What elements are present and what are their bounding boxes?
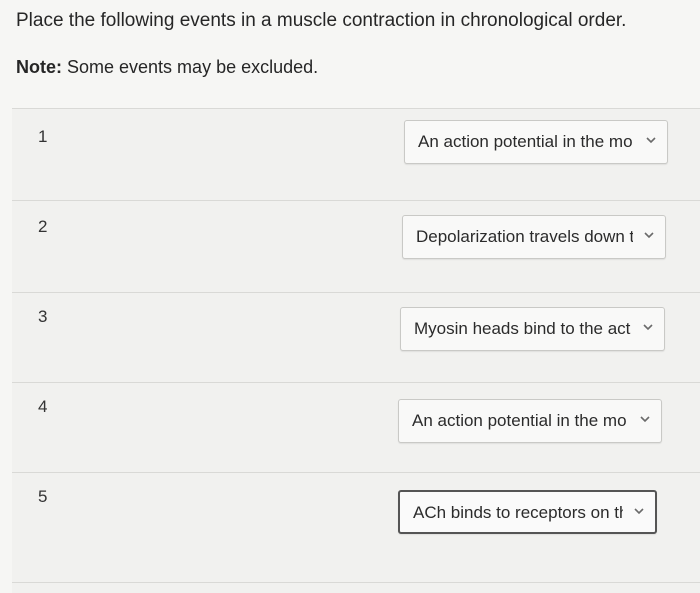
order-select-value: Myosin heads bind to the act <box>414 319 631 338</box>
row-divider <box>12 472 700 473</box>
order-select-1[interactable]: An action potential in the mo <box>404 120 668 164</box>
order-select-5[interactable]: ACh binds to receptors on the <box>398 490 657 534</box>
order-number-1: 1 <box>38 127 48 146</box>
note-text: Some events may be excluded. <box>62 57 319 77</box>
order-number-2: 2 <box>38 217 48 236</box>
order-select-value: Depolarization travels down t <box>416 227 633 246</box>
row-divider <box>12 200 700 201</box>
chevron-down-icon <box>640 416 650 423</box>
chevron-down-icon <box>634 508 644 515</box>
order-number-4: 4 <box>38 397 48 416</box>
order-select-3[interactable]: Myosin heads bind to the act <box>400 307 665 351</box>
row-divider <box>12 582 700 583</box>
row-divider <box>12 382 700 383</box>
order-select-4[interactable]: An action potential in the mo <box>398 399 662 443</box>
row-divider <box>12 292 700 293</box>
order-number-3: 3 <box>38 307 48 326</box>
question-note: Note: Some events may be excluded. <box>16 54 318 80</box>
chevron-down-icon <box>643 324 653 331</box>
chevron-down-icon <box>644 232 654 239</box>
order-select-value: ACh binds to receptors on the <box>413 503 623 522</box>
order-select-value: An action potential in the mo <box>412 411 627 430</box>
question-prompt: Place the following events in a muscle c… <box>16 10 627 31</box>
order-select-2[interactable]: Depolarization travels down t <box>402 215 666 259</box>
note-label: Note: <box>16 57 62 77</box>
order-number-5: 5 <box>38 487 48 506</box>
row-divider <box>12 108 700 109</box>
chevron-down-icon <box>646 137 656 144</box>
order-select-value: An action potential in the mo <box>418 132 633 151</box>
